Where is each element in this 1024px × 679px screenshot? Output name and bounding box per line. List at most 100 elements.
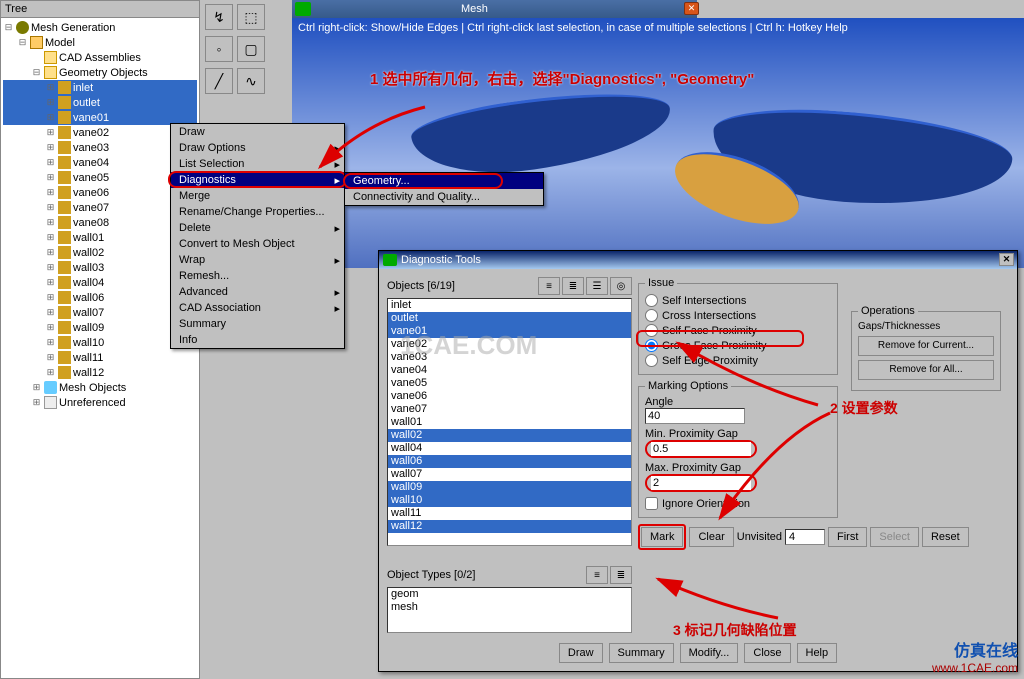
- ctx-cad-association[interactable]: CAD Association▸: [171, 300, 344, 316]
- ctx-diagnostics[interactable]: Diagnostics▸: [171, 172, 344, 188]
- tool-box[interactable]: ▢: [237, 36, 265, 62]
- list-item[interactable]: mesh: [388, 601, 631, 614]
- tree-item-wall02[interactable]: ⊞wall02: [3, 245, 197, 260]
- list-item[interactable]: wall12: [388, 520, 631, 533]
- remove-all-button[interactable]: Remove for All...: [858, 360, 994, 380]
- list-item[interactable]: vane03: [388, 351, 631, 364]
- clear-button[interactable]: Clear: [689, 527, 733, 547]
- list-item[interactable]: vane04: [388, 364, 631, 377]
- select-button[interactable]: Select: [870, 527, 919, 547]
- tool-line[interactable]: ╱: [205, 68, 233, 94]
- ctx-merge[interactable]: Merge: [171, 188, 344, 204]
- objtypes-listbox[interactable]: geommesh: [387, 587, 632, 633]
- mark-button[interactable]: Mark: [641, 527, 683, 547]
- ctx-convert-to-mesh-object[interactable]: Convert to Mesh Object: [171, 236, 344, 252]
- list-item[interactable]: wall09: [388, 481, 631, 494]
- list-item[interactable]: inlet: [388, 299, 631, 312]
- tree-item-vane05[interactable]: ⊞vane05: [3, 170, 197, 185]
- reset-button[interactable]: Reset: [922, 527, 969, 547]
- objects-listbox[interactable]: inletoutletvane01vane02vane03vane04vane0…: [387, 298, 632, 546]
- tree-item-inlet[interactable]: ⊞inlet: [3, 80, 197, 95]
- tree-unref[interactable]: ⊞Unreferenced: [3, 395, 197, 410]
- list-item[interactable]: wall06: [388, 455, 631, 468]
- tree-meshobj[interactable]: ⊞Mesh Objects: [3, 380, 197, 395]
- list-item[interactable]: wall11: [388, 507, 631, 520]
- issue-radio-0[interactable]: Self Intersections: [645, 293, 831, 308]
- issue-radio-1[interactable]: Cross Intersections: [645, 308, 831, 323]
- angle-input[interactable]: [645, 408, 745, 424]
- first-button[interactable]: First: [828, 527, 867, 547]
- list-item[interactable]: vane07: [388, 403, 631, 416]
- tree-item-wall01[interactable]: ⊞wall01: [3, 230, 197, 245]
- tree-model[interactable]: ⊟Model: [3, 35, 197, 50]
- tree-item-vane01[interactable]: ⊞vane01: [3, 110, 197, 125]
- ctx-delete[interactable]: Delete▸: [171, 220, 344, 236]
- ctx-sub-geometry-[interactable]: Geometry...: [345, 173, 543, 189]
- list-btn-c[interactable]: ☰: [586, 277, 608, 295]
- tree-item-outlet[interactable]: ⊞outlet: [3, 95, 197, 110]
- list-item[interactable]: vane05: [388, 377, 631, 390]
- issue-radio-4[interactable]: Self Edge Proximity: [645, 353, 831, 368]
- summary-button[interactable]: Summary: [609, 643, 674, 663]
- tree-item-vane04[interactable]: ⊞vane04: [3, 155, 197, 170]
- tree-item-wall12[interactable]: ⊞wall12: [3, 365, 197, 380]
- list-btn-b[interactable]: ≣: [562, 277, 584, 295]
- ctx-wrap[interactable]: Wrap▸: [171, 252, 344, 268]
- tree-item-wall03[interactable]: ⊞wall03: [3, 260, 197, 275]
- ctx-rename-change-properties-[interactable]: Rename/Change Properties...: [171, 204, 344, 220]
- tree-item-wall07[interactable]: ⊞wall07: [3, 305, 197, 320]
- tree-item-wall11[interactable]: ⊞wall11: [3, 350, 197, 365]
- list-btn-a[interactable]: ≡: [538, 277, 560, 295]
- list-item[interactable]: wall02: [388, 429, 631, 442]
- viewport-3d[interactable]: Ctrl right-click: Show/Hide Edges | Ctrl…: [292, 18, 1024, 268]
- tree-cad[interactable]: CAD Assemblies: [3, 50, 197, 65]
- tree-root[interactable]: ⊟Mesh Generation: [3, 20, 197, 35]
- list-item[interactable]: geom: [388, 588, 631, 601]
- ignore-orientation-check[interactable]: Ignore Orientation: [645, 496, 831, 511]
- tree-item-wall10[interactable]: ⊞wall10: [3, 335, 197, 350]
- list-btn-d[interactable]: ◎: [610, 277, 632, 295]
- tree-item-vane06[interactable]: ⊞vane06: [3, 185, 197, 200]
- dialog-close-button[interactable]: ✕: [999, 253, 1014, 266]
- ctx-info[interactable]: Info: [171, 332, 344, 348]
- tree-item-vane07[interactable]: ⊞vane07: [3, 200, 197, 215]
- ctx-remesh-[interactable]: Remesh...: [171, 268, 344, 284]
- list-item[interactable]: wall04: [388, 442, 631, 455]
- tree-item-wall06[interactable]: ⊞wall06: [3, 290, 197, 305]
- issue-radio-3[interactable]: Cross Face Proximity: [645, 338, 831, 353]
- tree-item-wall04[interactable]: ⊞wall04: [3, 275, 197, 290]
- tool-axes[interactable]: ↯: [205, 4, 233, 30]
- ctx-advanced[interactable]: Advanced▸: [171, 284, 344, 300]
- tree-item-vane03[interactable]: ⊞vane03: [3, 140, 197, 155]
- list-item[interactable]: wall07: [388, 468, 631, 481]
- remove-current-button[interactable]: Remove for Current...: [858, 336, 994, 356]
- ctx-draw[interactable]: Draw: [171, 124, 344, 140]
- tree-item-vane02[interactable]: ⊞vane02: [3, 125, 197, 140]
- min-gap-input[interactable]: [651, 442, 751, 456]
- types-btn-b[interactable]: ≣: [610, 566, 632, 584]
- tree-item-wall09[interactable]: ⊞wall09: [3, 320, 197, 335]
- types-btn-a[interactable]: ≡: [586, 566, 608, 584]
- tool-edge[interactable]: ⬚: [237, 4, 265, 30]
- list-item[interactable]: vane02: [388, 338, 631, 351]
- mesh-close-button[interactable]: ✕: [684, 2, 699, 15]
- tool-point[interactable]: ◦: [205, 36, 233, 62]
- help-button[interactable]: Help: [797, 643, 838, 663]
- unvisited-value[interactable]: 4: [785, 529, 825, 545]
- list-item[interactable]: outlet: [388, 312, 631, 325]
- ctx-list-selection[interactable]: List Selection▸: [171, 156, 344, 172]
- ctx-summary[interactable]: Summary: [171, 316, 344, 332]
- modify--button[interactable]: Modify...: [680, 643, 739, 663]
- max-gap-input[interactable]: [651, 476, 751, 490]
- draw-button[interactable]: Draw: [559, 643, 603, 663]
- tree-geom[interactable]: ⊟Geometry Objects: [3, 65, 197, 80]
- close-button[interactable]: Close: [744, 643, 790, 663]
- tool-curve[interactable]: ∿: [237, 68, 265, 94]
- list-item[interactable]: wall10: [388, 494, 631, 507]
- ctx-sub-connectivity-and-quality-[interactable]: Connectivity and Quality...: [345, 189, 543, 205]
- tree-item-vane08[interactable]: ⊞vane08: [3, 215, 197, 230]
- issue-radio-2[interactable]: Self Face Proximity: [645, 323, 831, 338]
- list-item[interactable]: vane01: [388, 325, 631, 338]
- list-item[interactable]: wall01: [388, 416, 631, 429]
- list-item[interactable]: vane06: [388, 390, 631, 403]
